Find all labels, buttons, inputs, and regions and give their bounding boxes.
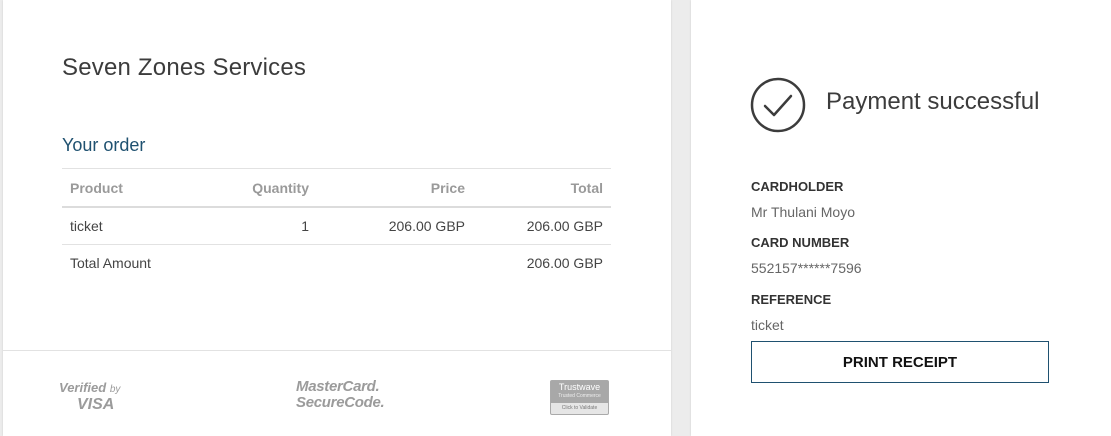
column-header-total: Total (473, 168, 611, 208)
total-amount-label: Total Amount (70, 255, 151, 271)
card-number-value: 552157******7596 (751, 260, 862, 276)
cardholder-value: Mr Thulani Moyo (751, 204, 856, 220)
card-number-label: CARD NUMBER (751, 235, 850, 250)
column-header-quantity: Quantity (198, 168, 317, 208)
reference-label: REFERENCE (751, 292, 832, 307)
price-cell: 206.00 GBP (317, 207, 473, 245)
table-header-row: Product Quantity Price Total (62, 168, 611, 208)
total-cell: 206.00 GBP (473, 207, 611, 245)
table-row: ticket 1 206.00 GBP 206.00 GBP (62, 207, 611, 245)
trustwave-seal[interactable]: Trustwave Trusted Commerce Click to Vali… (550, 380, 609, 415)
total-row: Total Amount 206.00 GBP (62, 245, 611, 282)
order-panel: Seven Zones Services Your order Product … (3, 0, 671, 436)
footer-divider (3, 350, 671, 351)
merchant-name: Seven Zones Services (62, 54, 307, 81)
order-table: Product Quantity Price Total ticket 1 20… (62, 168, 611, 281)
print-receipt-button[interactable]: PRINT RECEIPT (751, 341, 1049, 383)
reference-value: ticket (751, 317, 784, 333)
quantity-cell: 1 (198, 207, 317, 245)
column-header-product: Product (62, 168, 198, 208)
check-circle-icon (750, 77, 806, 133)
order-heading: Your order (62, 135, 146, 155)
mastercard-securecode-logo: MasterCard. SecureCode. (296, 378, 385, 411)
total-amount-value: 206.00 GBP (526, 255, 603, 271)
column-header-price: Price (317, 168, 473, 208)
product-cell: ticket (62, 207, 198, 245)
cardholder-label: CARDHOLDER (751, 179, 844, 194)
verified-by-visa-logo: Verified by VISA (59, 380, 121, 413)
payment-status-title: Payment successful (826, 88, 1040, 115)
